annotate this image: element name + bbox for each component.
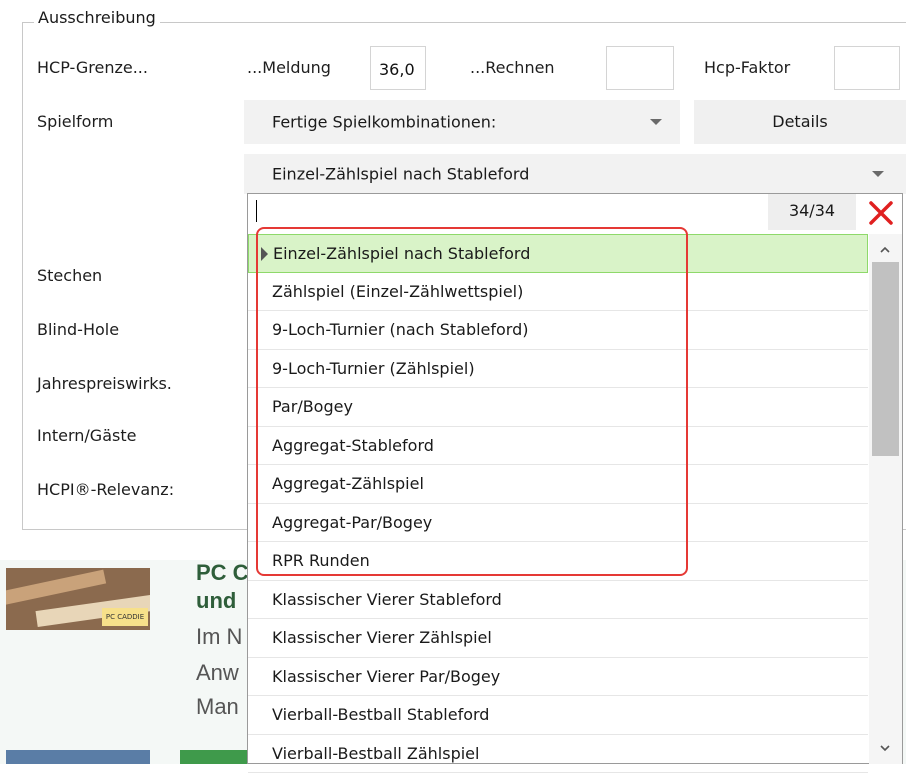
close-icon[interactable]	[866, 198, 896, 228]
chevron-down-icon	[872, 171, 884, 177]
result-counter: 34/34	[768, 194, 856, 230]
spielkombinationen-combo[interactable]: Fertige Spielkombinationen:	[244, 100, 680, 144]
chevron-down-icon[interactable]	[879, 742, 891, 754]
ad-thumbnail: PC CADDIE	[6, 568, 150, 630]
spielform-combo-text: Einzel-Zählspiel nach Stableford	[272, 165, 529, 184]
details-button[interactable]: Details	[694, 100, 906, 144]
intern-gaeste-label: Intern/Gäste	[37, 426, 136, 445]
jahrespreis-label: Jahrespreiswirks.	[37, 374, 172, 393]
hcp-faktor-label: Hcp-Faktor	[704, 58, 790, 77]
scrollbar-thumb[interactable]	[872, 262, 899, 456]
meldung-label: ...Meldung	[247, 58, 331, 77]
chevron-down-icon	[650, 119, 662, 125]
blind-hole-label: Blind-Hole	[37, 320, 119, 339]
list-item-label: Klassischer Vierer Stableford	[272, 590, 502, 609]
ad-badge: PC CADDIE	[102, 608, 148, 626]
list-item[interactable]: Vierball-Bestball Zählspiel	[248, 735, 868, 773]
hcp-faktor-field[interactable]	[834, 46, 900, 90]
ad-line-5: Man	[196, 694, 239, 720]
rechnen-field[interactable]	[606, 46, 674, 90]
spielkombinationen-combo-text: Fertige Spielkombinationen:	[272, 113, 496, 132]
list-item-label: Klassischer Vierer Zählspiel	[272, 628, 492, 647]
stechen-label: Stechen	[37, 266, 102, 285]
list-item[interactable]: Klassischer Vierer Stableford	[248, 581, 868, 620]
ad-image-2	[6, 750, 150, 764]
list-item[interactable]: Klassischer Vierer Zählspiel	[248, 619, 868, 658]
list-item-label: Vierball-Bestball Zählspiel	[272, 744, 479, 763]
ad-line-4: Anw	[196, 660, 239, 686]
spielform-combo[interactable]: Einzel-Zählspiel nach Stableford	[244, 154, 906, 194]
rechnen-label: ...Rechnen	[470, 58, 555, 77]
list-item[interactable]: Klassischer Vierer Par/Bogey	[248, 658, 868, 697]
section-title: Ausschreibung	[34, 8, 160, 27]
ad-button	[180, 750, 250, 764]
ad-line-1: PC C	[196, 560, 249, 586]
list-item-label: Vierball-Bestball Stableford	[272, 705, 489, 724]
hcp-grenze-label: HCP-Grenze...	[37, 58, 148, 77]
list-item[interactable]: Vierball-Bestball Stableford	[248, 696, 868, 735]
ad-line-3: Im N	[196, 624, 242, 650]
chevron-up-icon[interactable]	[879, 244, 891, 256]
highlight-annotation	[256, 227, 688, 576]
list-item-label: Klassischer Vierer Par/Bogey	[272, 667, 500, 686]
hcpi-relevanz-label: HCPI®-Relevanz:	[37, 480, 174, 499]
text-caret	[256, 200, 257, 222]
meldung-field[interactable]: 36,0	[370, 46, 426, 90]
ad-line-2: und	[196, 588, 236, 614]
scrollbar[interactable]	[869, 234, 902, 764]
spielform-label: Spielform	[37, 112, 113, 131]
